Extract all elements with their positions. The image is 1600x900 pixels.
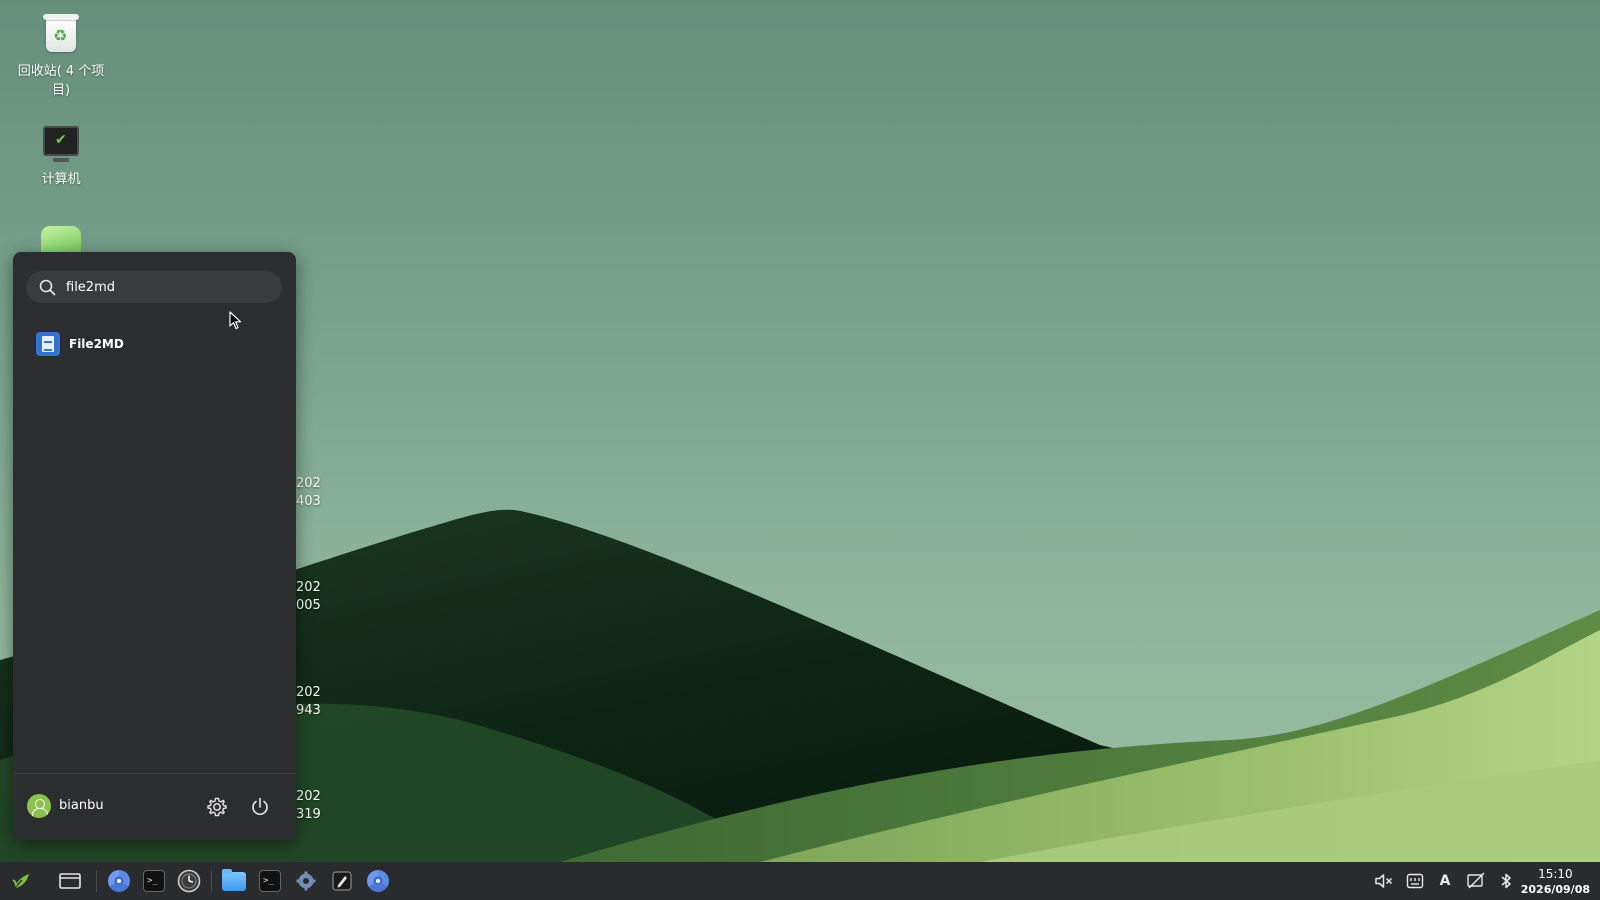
taskbar-separator — [211, 870, 212, 892]
volume-button[interactable] — [1374, 871, 1394, 891]
power-icon — [252, 797, 268, 815]
settings-button[interactable] — [204, 794, 230, 820]
taskbar-separator — [96, 870, 97, 892]
clock-time: 15:10 — [1538, 867, 1573, 881]
bluetooth-button[interactable] — [1496, 871, 1516, 891]
taskbar-settings[interactable] — [294, 869, 318, 893]
computer-icon: ✔ — [41, 126, 81, 166]
search-icon — [39, 279, 56, 296]
mouse-cursor-icon — [229, 311, 242, 330]
username[interactable]: bianbu — [59, 798, 104, 813]
volume-muted-icon — [1375, 874, 1393, 888]
leaf-logo-icon — [12, 874, 29, 891]
search-result-file2md[interactable]: File2MD — [26, 328, 282, 360]
taskbar-clock-app[interactable] — [177, 869, 201, 893]
recycle-bin-icon: ♻ — [41, 14, 81, 58]
user-avatar-icon[interactable] — [27, 794, 51, 818]
window-icon — [59, 873, 81, 889]
search-result-label: File2MD — [69, 337, 124, 351]
start-button[interactable] — [9, 869, 33, 893]
desktop-file-label-2[interactable]: 202 005 — [296, 579, 321, 615]
taskbar: >_ >_ A 15:10 2026/09/08 — [0, 862, 1600, 900]
chromium-icon — [108, 870, 130, 892]
gear-icon — [207, 797, 227, 817]
taskbar-terminal-2[interactable]: >_ — [258, 869, 282, 893]
editor-icon — [332, 871, 352, 891]
start-menu: File2MD bianbu — [13, 252, 296, 840]
network-button[interactable] — [1466, 871, 1486, 891]
search-box[interactable] — [26, 271, 282, 303]
document-icon — [36, 332, 60, 356]
taskbar-file-manager[interactable] — [222, 868, 246, 893]
taskbar-terminal[interactable]: >_ — [142, 869, 166, 893]
taskbar-chromium-2[interactable] — [366, 869, 390, 893]
clock-date: 2026/09/08 — [1520, 883, 1590, 896]
clock-icon — [177, 869, 201, 893]
terminal-icon: >_ — [143, 870, 165, 892]
bluetooth-icon — [1501, 873, 1511, 889]
recycle-bin-shortcut[interactable]: ♻ 回收站( 4 个项目) — [11, 14, 111, 100]
taskbar-editor[interactable] — [330, 869, 354, 893]
input-method-button[interactable]: A — [1435, 871, 1455, 891]
computer-label: 计算机 — [41, 172, 81, 187]
file-manager-icon — [222, 868, 246, 891]
network-off-icon — [1467, 872, 1485, 889]
taskbar-chromium[interactable] — [107, 869, 131, 893]
desktop-file-label-1[interactable]: 202 403 — [296, 475, 321, 511]
desktop-file-label-3[interactable]: 202 943 — [296, 684, 321, 720]
settings-icon — [296, 871, 316, 891]
desktop-file-label-4[interactable]: 202 319 — [296, 788, 321, 824]
power-button[interactable] — [247, 794, 273, 820]
start-menu-footer: bianbu — [13, 773, 296, 840]
terminal-icon: >_ — [259, 870, 281, 892]
keyboard-button[interactable] — [1405, 871, 1425, 891]
show-desktop-button[interactable] — [58, 869, 82, 893]
recycle-bin-label: 回收站( 4 个项目) — [17, 64, 105, 98]
chromium-icon — [367, 870, 389, 892]
keyboard-icon — [1406, 873, 1424, 889]
system-clock[interactable]: 15:10 2026/09/08 — [1521, 867, 1590, 897]
computer-shortcut[interactable]: ✔ 计算机 — [11, 122, 111, 189]
search-input[interactable] — [66, 276, 266, 298]
